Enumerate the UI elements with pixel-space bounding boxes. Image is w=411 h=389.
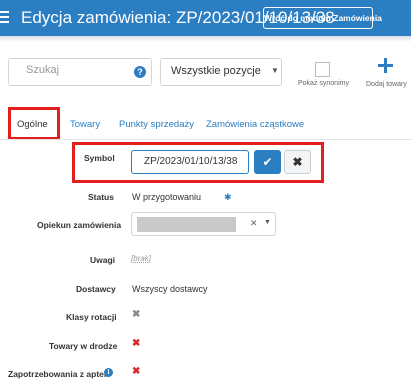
tab-products[interactable]: Towary bbox=[70, 119, 100, 130]
notes-label: Uwagi bbox=[90, 255, 116, 265]
pharmacy-demand-label: Zapotrzebowania z aptek bbox=[8, 369, 109, 379]
rotation-classes-label: Klasy rotacji bbox=[66, 312, 117, 322]
close-icon: ✖ bbox=[132, 309, 141, 320]
back-to-orders-button[interactable]: Wróć do modułu Zamówienia bbox=[263, 7, 382, 29]
positions-filter-value: Wszystkie pozycje bbox=[171, 65, 261, 77]
close-icon: ✖ bbox=[292, 155, 303, 169]
show-synonyms-label: Pokaż synonimy bbox=[298, 80, 349, 87]
info-icon[interactable]: i bbox=[104, 368, 113, 377]
header-shadow bbox=[0, 36, 411, 42]
order-edit-screen: Edycja zamówienia: ZP/2023/01/10/13/38 W… bbox=[0, 0, 411, 389]
symbol-label: Symbol bbox=[84, 153, 115, 163]
status-label: Status bbox=[88, 192, 114, 202]
tab-general[interactable]: Ogólne bbox=[17, 119, 48, 130]
header-bar: Edycja zamówienia: ZP/2023/01/10/13/38 W… bbox=[0, 0, 411, 36]
notes-value[interactable]: [brak] bbox=[131, 254, 151, 263]
help-icon[interactable]: ? bbox=[134, 66, 146, 78]
owner-label: Opiekun zamówienia bbox=[37, 220, 122, 230]
tab-partial-orders[interactable]: Zamówienia cząstkowe bbox=[206, 119, 304, 130]
close-icon: ✖ bbox=[132, 366, 141, 377]
gear-icon[interactable]: ✱ bbox=[224, 192, 232, 203]
hamburger-menu-icon[interactable] bbox=[0, 8, 10, 28]
clear-icon[interactable]: ✕ bbox=[250, 218, 258, 229]
add-products-label[interactable]: Dodaj towary bbox=[366, 81, 407, 88]
confirm-symbol-button[interactable]: ✔ bbox=[254, 150, 281, 174]
symbol-input[interactable]: ZP/2023/01/10/13/38 bbox=[131, 150, 249, 174]
in-transit-label: Towary w drodze bbox=[49, 341, 118, 351]
owner-value-redacted bbox=[137, 217, 236, 232]
plus-icon[interactable] bbox=[378, 58, 393, 73]
cancel-symbol-button[interactable]: ✖ bbox=[284, 150, 311, 174]
check-icon: ✔ bbox=[262, 155, 273, 169]
status-value: W przygotowaniu bbox=[132, 192, 202, 202]
suppliers-value: Wszyscy dostawcy bbox=[132, 284, 208, 294]
caret-down-icon[interactable]: ▼ bbox=[271, 66, 279, 75]
tabs-divider bbox=[0, 139, 411, 140]
tab-points-of-sale[interactable]: Punkty sprzedaży bbox=[119, 119, 194, 130]
show-synonyms-checkbox[interactable] bbox=[315, 62, 330, 77]
search-input[interactable] bbox=[9, 59, 125, 85]
suppliers-label: Dostawcy bbox=[76, 284, 116, 294]
caret-down-icon[interactable]: ▼ bbox=[264, 219, 271, 226]
close-icon: ✖ bbox=[132, 338, 141, 349]
